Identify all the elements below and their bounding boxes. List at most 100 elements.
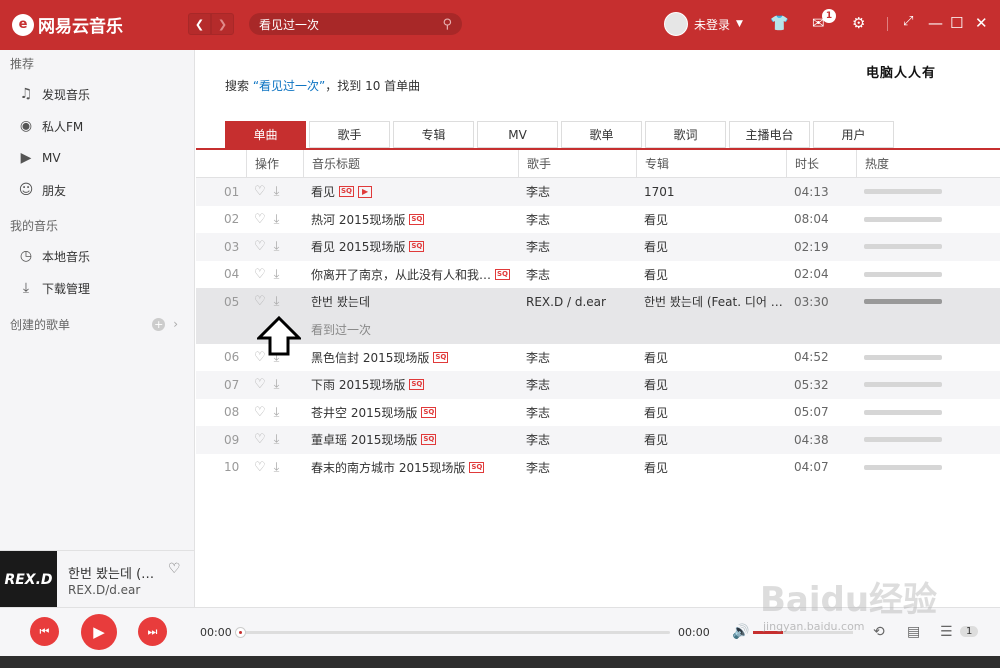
app-logo[interactable]: e 网易云音乐 xyxy=(12,12,123,37)
heart-icon[interactable]: ♡ xyxy=(254,294,266,309)
song-artist[interactable]: REX.D / d.ear xyxy=(518,295,636,309)
lyrics-icon[interactable]: ▤ xyxy=(907,624,920,640)
song-title[interactable]: 黑色信封 2015现场版 SQ xyxy=(303,349,518,366)
download-icon[interactable]: ⤓ xyxy=(274,377,280,392)
tab-3[interactable]: MV xyxy=(477,121,558,148)
song-artist[interactable]: 李志 xyxy=(518,211,636,228)
heart-icon[interactable]: ♡ xyxy=(254,267,266,282)
now-playing-title[interactable]: 한번 봤는데 (… xyxy=(68,563,154,582)
heart-icon[interactable]: ♡ xyxy=(254,377,266,392)
song-artist[interactable]: 李志 xyxy=(518,404,636,421)
table-row[interactable]: 06 ♡ ⤓ 黑色信封 2015现场版 SQ 李志 看见 04:52 xyxy=(196,344,1000,372)
back-button[interactable]: ❮ xyxy=(188,13,211,35)
table-row[interactable]: 10 ♡ ⤓ 春末的南方城市 2015现场版 SQ 李志 看见 04:07 xyxy=(196,454,1000,482)
table-row[interactable]: 01 ♡ ⤓ 看见 SQ ▶ 李志 1701 04:13 xyxy=(196,178,1000,206)
tab-2[interactable]: 专辑 xyxy=(393,121,474,148)
column-duration[interactable]: 时长 xyxy=(786,149,856,178)
table-row[interactable]: 05 ♡ ⤓ 한번 봤는데 REX.D / d.ear 한번 봤는데 (Feat. 디어 … xyxy=(196,288,1000,316)
volume-icon[interactable]: 🔊 xyxy=(732,624,749,640)
column-album[interactable]: 专辑 xyxy=(636,149,786,178)
download-icon[interactable]: ⤓ xyxy=(274,239,280,254)
song-artist[interactable]: 李志 xyxy=(518,266,636,283)
song-artist[interactable]: 李志 xyxy=(518,459,636,476)
song-album[interactable]: 看见 xyxy=(636,459,786,476)
heart-icon[interactable]: ♡ xyxy=(254,239,266,254)
previous-button[interactable]: ⏮ xyxy=(30,617,59,646)
song-album[interactable]: 한번 봤는데 (Feat. 디어 (… xyxy=(636,293,786,310)
now-playing-artist[interactable]: REX.D/d.ear xyxy=(68,583,140,597)
tab-4[interactable]: 歌单 xyxy=(561,121,642,148)
tab-5[interactable]: 歌词 xyxy=(645,121,726,148)
heart-icon[interactable]: ♡ xyxy=(254,460,266,475)
song-artist[interactable]: 李志 xyxy=(518,238,636,255)
download-icon[interactable]: ⤓ xyxy=(274,212,280,227)
progress-knob[interactable] xyxy=(235,627,246,638)
mini-mode-icon[interactable]: ⤢ xyxy=(903,14,913,29)
close-icon[interactable]: ✕ xyxy=(975,14,988,32)
chevron-right-icon[interactable]: › xyxy=(173,317,178,331)
song-title[interactable]: 看见 2015现场版 SQ xyxy=(303,238,518,255)
song-album[interactable]: 1701 xyxy=(636,185,786,199)
progress-bar[interactable] xyxy=(235,627,670,638)
song-album[interactable]: 看见 xyxy=(636,266,786,283)
tab-0[interactable]: 单曲 xyxy=(225,121,306,148)
download-icon[interactable]: ⤓ xyxy=(274,460,280,475)
user-login[interactable]: 未登录 ▼ xyxy=(664,12,743,36)
song-title[interactable]: 董卓瑶 2015现场版 SQ xyxy=(303,431,518,448)
song-album[interactable]: 看见 xyxy=(636,238,786,255)
column-title[interactable]: 音乐标题 xyxy=(303,149,518,178)
column-hot[interactable]: 热度 xyxy=(856,149,1000,178)
song-title[interactable]: 你离开了南京，从此没有人和我… SQ xyxy=(303,266,518,283)
download-icon[interactable]: ⤓ xyxy=(274,267,280,282)
sidebar-item-mv[interactable]: ▶ MV xyxy=(0,142,194,174)
download-icon[interactable]: ⤓ xyxy=(274,405,280,420)
table-row[interactable]: 03 ♡ ⤓ 看见 2015现场版 SQ 李志 看见 02:19 xyxy=(196,233,1000,261)
skin-icon[interactable]: 👕 xyxy=(770,14,789,32)
sidebar-item-downloads[interactable]: ⤓ 下载管理 xyxy=(0,272,194,304)
heart-icon[interactable]: ♡ xyxy=(254,432,266,447)
download-icon[interactable]: ⤓ xyxy=(274,294,280,309)
column-artist[interactable]: 歌手 xyxy=(518,149,636,178)
add-playlist-icon[interactable]: + xyxy=(152,317,166,331)
song-title[interactable]: 下雨 2015现场版 SQ xyxy=(303,376,518,393)
song-artist[interactable]: 李志 xyxy=(518,431,636,448)
loop-icon[interactable]: ⟲ xyxy=(873,624,885,640)
table-row[interactable]: 08 ♡ ⤓ 苍井空 2015现场版 SQ 李志 看见 05:07 xyxy=(196,399,1000,427)
settings-icon[interactable]: ⚙ xyxy=(852,14,865,32)
album-cover[interactable]: REX.D xyxy=(0,551,57,608)
song-album[interactable]: 看见 xyxy=(636,404,786,421)
search-input[interactable] xyxy=(259,17,429,31)
sidebar-item-discover[interactable]: ♫ 发现音乐 xyxy=(0,78,194,110)
song-title[interactable]: 热河 2015现场版 SQ xyxy=(303,211,518,228)
download-icon[interactable]: ⤓ xyxy=(274,432,280,447)
song-artist[interactable]: 李志 xyxy=(518,349,636,366)
sidebar-created-playlists[interactable]: 创建的歌单 + › xyxy=(0,310,194,338)
song-artist[interactable]: 李志 xyxy=(518,376,636,393)
table-row[interactable]: 07 ♡ ⤓ 下雨 2015现场版 SQ 李志 看见 05:32 xyxy=(196,371,1000,399)
heart-icon[interactable]: ♡ xyxy=(254,212,266,227)
sidebar-item-friends[interactable]: ☺ 朋友 xyxy=(0,174,194,206)
maximize-icon[interactable]: ☐ xyxy=(950,14,963,32)
search-icon[interactable]: ⚲ xyxy=(442,17,452,32)
song-artist[interactable]: 李志 xyxy=(518,183,636,200)
song-album[interactable]: 看见 xyxy=(636,349,786,366)
song-album[interactable]: 看见 xyxy=(636,376,786,393)
forward-button[interactable]: ❯ xyxy=(211,13,234,35)
tab-6[interactable]: 主播电台 xyxy=(729,121,810,148)
song-album[interactable]: 看见 xyxy=(636,211,786,228)
avatar[interactable] xyxy=(664,12,688,36)
now-playing[interactable]: REX.D 한번 봤는데 (… REX.D/d.ear ♡ xyxy=(0,550,195,608)
next-button[interactable]: ⏭ xyxy=(138,617,167,646)
song-title[interactable]: 한번 봤는데 xyxy=(303,293,518,310)
chevron-down-icon[interactable]: ▼ xyxy=(736,19,743,29)
song-album[interactable]: 看见 xyxy=(636,431,786,448)
tab-1[interactable]: 歌手 xyxy=(309,121,390,148)
login-label[interactable]: 未登录 xyxy=(694,16,730,33)
tab-7[interactable]: 用户 xyxy=(813,121,894,148)
lyric-match-row[interactable]: 看到过一次 xyxy=(196,315,1000,355)
song-title[interactable]: 苍井空 2015现场版 SQ xyxy=(303,404,518,421)
mv-play-icon[interactable]: ▶ xyxy=(358,185,373,198)
heart-icon[interactable]: ♡ xyxy=(254,184,266,199)
play-button[interactable]: ▶ xyxy=(81,614,117,650)
table-row[interactable]: 04 ♡ ⤓ 你离开了南京，从此没有人和我… SQ 李志 看见 02:04 xyxy=(196,261,1000,289)
